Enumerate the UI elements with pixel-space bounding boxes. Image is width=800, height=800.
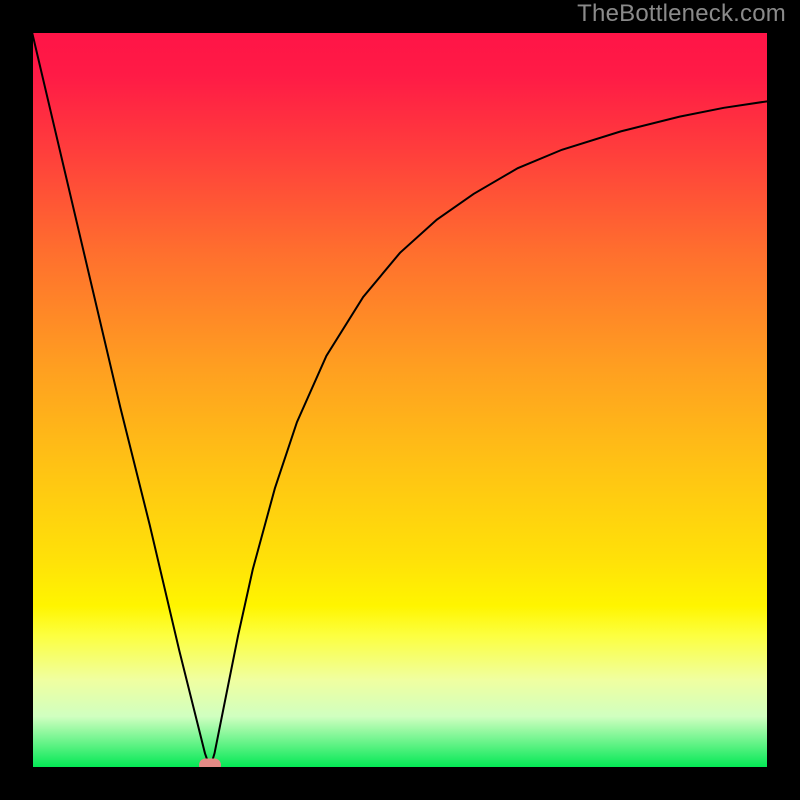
curve-svg: [32, 32, 768, 768]
watermark-label: TheBottleneck.com: [577, 0, 786, 28]
chart-container: TheBottleneck.com: [0, 0, 800, 800]
plot-area: [32, 32, 768, 768]
curve-path: [32, 32, 768, 768]
minimum-marker: [199, 759, 221, 769]
